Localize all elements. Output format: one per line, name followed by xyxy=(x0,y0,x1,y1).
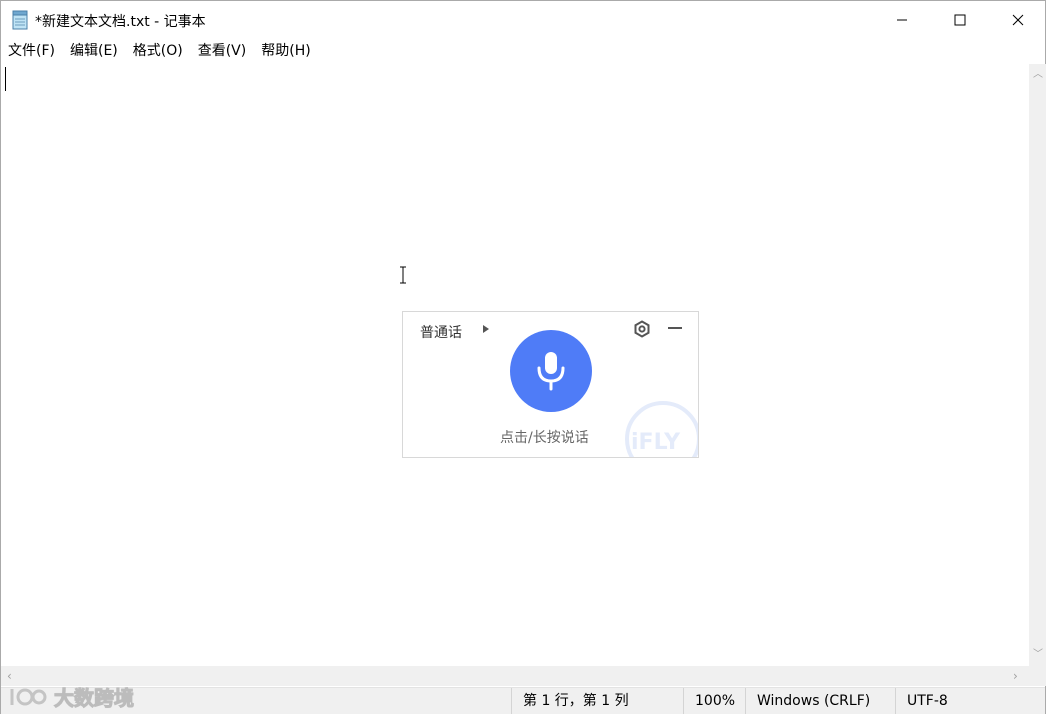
scrollbar-corner xyxy=(1029,666,1046,686)
menu-file[interactable]: 文件(F) xyxy=(1,38,62,64)
minimize-button[interactable] xyxy=(873,1,931,38)
status-encoding: UTF-8 xyxy=(895,688,948,714)
microphone-icon xyxy=(537,352,565,391)
voice-input-panel: 普通话 点击/长按说话 iFLY xyxy=(402,311,699,458)
vertical-scrollbar[interactable]: ︿ ﹀ xyxy=(1029,64,1046,666)
watermark-text: 大数跨境 xyxy=(54,686,135,711)
settings-icon[interactable] xyxy=(633,320,651,338)
menu-bar: 文件(F) 编辑(E) 格式(O) 查看(V) 帮助(H) xyxy=(1,38,1045,64)
voice-hint: 点击/长按说话 xyxy=(500,430,589,446)
title-bar[interactable]: *新建文本文档.txt - 记事本 xyxy=(1,1,1045,38)
menu-edit[interactable]: 编辑(E) xyxy=(62,38,125,64)
horizontal-scrollbar[interactable]: ‹ › xyxy=(1,666,1029,686)
minimize-panel-button[interactable] xyxy=(668,327,682,329)
status-bar: 第 1 行，第 1 列 100% Windows (CRLF) UTF-8 xyxy=(1,687,1045,714)
scroll-right-icon[interactable]: › xyxy=(1013,670,1018,682)
microphone-button[interactable] xyxy=(510,330,592,412)
minimize-icon xyxy=(897,19,907,20)
watermark: 大数跨境 xyxy=(8,682,135,711)
ibeam-cursor-icon xyxy=(400,266,406,284)
status-zoom: 100% xyxy=(683,688,735,714)
status-position: 第 1 行，第 1 列 xyxy=(511,688,629,714)
maximize-button[interactable] xyxy=(931,1,989,38)
language-selector[interactable]: 普通话 xyxy=(420,322,462,342)
triangle-right-icon[interactable] xyxy=(482,324,490,334)
status-line-ending: Windows (CRLF) xyxy=(745,688,870,714)
close-icon xyxy=(1012,14,1024,25)
text-caret xyxy=(5,67,6,91)
close-button[interactable] xyxy=(989,1,1046,38)
notepad-icon xyxy=(11,10,29,30)
window-title: *新建文本文档.txt - 记事本 xyxy=(35,14,206,30)
scroll-up-icon[interactable]: ︿ xyxy=(1033,70,1043,80)
menu-view[interactable]: 查看(V) xyxy=(190,38,254,64)
menu-format[interactable]: 格式(O) xyxy=(125,38,190,64)
ifly-logo-text: iFLY xyxy=(631,430,681,455)
scroll-left-icon[interactable]: ‹ xyxy=(7,670,12,682)
ifly-logo: iFLY xyxy=(625,401,698,457)
watermark-logo-icon xyxy=(10,688,47,705)
scroll-down-icon[interactable]: ﹀ xyxy=(1033,650,1043,660)
maximize-icon xyxy=(954,14,966,25)
menu-help[interactable]: 帮助(H) xyxy=(253,38,317,64)
